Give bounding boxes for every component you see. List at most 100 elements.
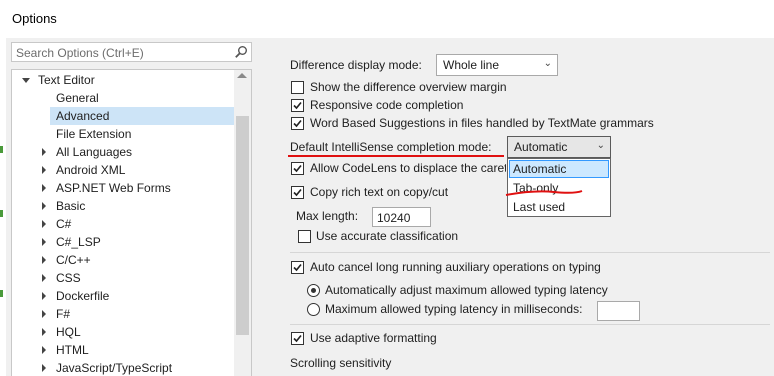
tree-item[interactable]: CSS: [12, 269, 234, 287]
tree-item-label: C#_LSP: [56, 235, 101, 249]
tree-item[interactable]: ASP.NET Web Forms: [12, 179, 234, 197]
completion-mode-label: Default IntelliSense completion mode:: [290, 140, 492, 154]
checkmark-icon: [293, 101, 302, 110]
search-icon[interactable]: [234, 45, 248, 59]
options-tree[interactable]: Text Editor General Advanced File Extension…: [11, 69, 252, 376]
codelens-caret-label: Allow CodeLens to displace the caret: [310, 161, 506, 175]
collapsed-arrow-icon[interactable]: [42, 310, 46, 318]
tree-item[interactable]: C/C++: [12, 251, 234, 269]
max-length-input[interactable]: 10240: [372, 207, 431, 227]
auto-adjust-latency-label: Automatically adjust maximum allowed typ…: [325, 283, 608, 297]
background-window-strip: [0, 38, 6, 376]
completion-mode-combobox[interactable]: Automatic ⌄: [507, 136, 611, 158]
tree-item-label: JavaScript/TypeScript: [56, 361, 173, 375]
scroll-up-icon[interactable]: [237, 73, 247, 78]
dropdown-option-last-used[interactable]: Last used: [509, 198, 609, 216]
checkmark-icon: [293, 188, 302, 197]
responsive-completion-checkbox[interactable]: [291, 99, 304, 112]
tree-item-label: HQL: [56, 325, 81, 339]
copy-rich-text-label: Copy rich text on copy/cut: [310, 185, 449, 199]
adaptive-formatting-checkbox[interactable]: [291, 332, 304, 345]
collapsed-arrow-icon[interactable]: [42, 346, 46, 354]
tree-item[interactable]: Basic: [12, 197, 234, 215]
tree-item[interactable]: Dockerfile: [12, 287, 234, 305]
collapsed-arrow-icon[interactable]: [42, 238, 46, 246]
tree-item-label: ASP.NET Web Forms: [56, 181, 171, 195]
title-bar: [0, 0, 774, 38]
background-marker: [0, 146, 3, 153]
auto-cancel-checkbox[interactable]: [291, 261, 304, 274]
max-length-value: 10240: [377, 211, 411, 225]
tree-item[interactable]: JavaScript/TypeScript: [12, 359, 234, 376]
window-title: Options: [12, 11, 57, 26]
tree-item-label: File Extension: [56, 127, 132, 141]
tree-item[interactable]: Advanced: [50, 107, 234, 125]
chevron-down-icon: ⌄: [543, 58, 552, 69]
auto-cancel-label: Auto cancel long running auxiliary opera…: [310, 260, 601, 274]
tree-item[interactable]: Android XML: [12, 161, 234, 179]
tree-item-label: C/C++: [56, 253, 91, 267]
tree-item[interactable]: Text Editor: [12, 71, 234, 89]
adaptive-formatting-label: Use adaptive formatting: [310, 331, 437, 345]
show-overview-margin-checkbox[interactable]: [291, 81, 304, 94]
search-options-input[interactable]: Search Options (Ctrl+E): [11, 42, 252, 62]
tree-item-label: Dockerfile: [56, 289, 110, 303]
expanded-arrow-icon[interactable]: [22, 78, 30, 83]
word-based-suggestions-checkbox[interactable]: [291, 117, 304, 130]
copy-rich-text-checkbox[interactable]: [291, 186, 304, 199]
background-marker: [0, 210, 3, 217]
show-overview-margin-label: Show the difference overview margin: [310, 80, 507, 94]
collapsed-arrow-icon[interactable]: [42, 148, 46, 156]
tree-item-label: CSS: [56, 271, 81, 285]
codelens-caret-checkbox[interactable]: [291, 162, 304, 175]
collapsed-arrow-icon[interactable]: [42, 166, 46, 174]
collapsed-arrow-icon[interactable]: [42, 220, 46, 228]
max-length-label: Max length:: [296, 209, 359, 223]
accurate-classification-label: Use accurate classification: [316, 229, 459, 243]
collapsed-arrow-icon[interactable]: [42, 274, 46, 282]
tree-item[interactable]: All Languages: [12, 143, 234, 161]
red-underline-annotation: [505, 190, 583, 196]
collapsed-arrow-icon[interactable]: [42, 292, 46, 300]
collapsed-arrow-icon[interactable]: [42, 184, 46, 192]
accurate-classification-checkbox[interactable]: [298, 230, 311, 243]
diff-mode-label: Difference display mode:: [290, 58, 422, 72]
tree-item-label: Basic: [56, 199, 86, 213]
tree-item-label: Text Editor: [38, 73, 95, 87]
tree-item[interactable]: File Extension: [12, 125, 234, 143]
tree-item-label: C#: [56, 217, 72, 231]
tree-item[interactable]: HQL: [12, 323, 234, 341]
tree-item[interactable]: HTML: [12, 341, 234, 359]
completion-mode-value: Automatic: [514, 140, 568, 154]
tree-item-label: F#: [56, 307, 71, 321]
chevron-down-icon: ⌄: [596, 140, 605, 151]
tree-item[interactable]: General: [12, 89, 234, 107]
checkmark-icon: [293, 164, 302, 173]
checkmark-icon: [293, 334, 302, 343]
divider: [290, 324, 770, 325]
tree-item[interactable]: C#_LSP: [12, 233, 234, 251]
tree-item[interactable]: F#: [12, 305, 234, 323]
background-marker: [0, 290, 3, 297]
collapsed-arrow-icon[interactable]: [42, 202, 46, 210]
max-latency-label: Maximum allowed typing latency in millis…: [325, 302, 583, 316]
tree-item-label: Android XML: [56, 163, 126, 177]
max-latency-radio[interactable]: [307, 303, 320, 316]
collapsed-arrow-icon[interactable]: [42, 364, 46, 372]
max-latency-input[interactable]: [597, 301, 640, 321]
dropdown-option-automatic[interactable]: Automatic: [509, 160, 609, 178]
auto-adjust-latency-radio[interactable]: [307, 284, 320, 297]
tree-item-label: HTML: [56, 343, 89, 357]
tree-scrollbar-thumb[interactable]: [236, 116, 249, 335]
collapsed-arrow-icon[interactable]: [42, 256, 46, 264]
checkmark-icon: [293, 119, 302, 128]
tree-item[interactable]: C#: [12, 215, 234, 233]
tree-item-label: General: [56, 91, 99, 105]
scrolling-sensitivity-label: Scrolling sensitivity: [290, 356, 392, 370]
divider: [290, 252, 770, 253]
red-underline-annotation: [288, 155, 504, 157]
diff-mode-combobox[interactable]: Whole line ⌄: [436, 54, 558, 76]
collapsed-arrow-icon[interactable]: [42, 328, 46, 336]
search-placeholder: Search Options (Ctrl+E): [16, 46, 144, 60]
word-based-suggestions-label: Word Based Suggestions in files handled …: [310, 116, 654, 130]
